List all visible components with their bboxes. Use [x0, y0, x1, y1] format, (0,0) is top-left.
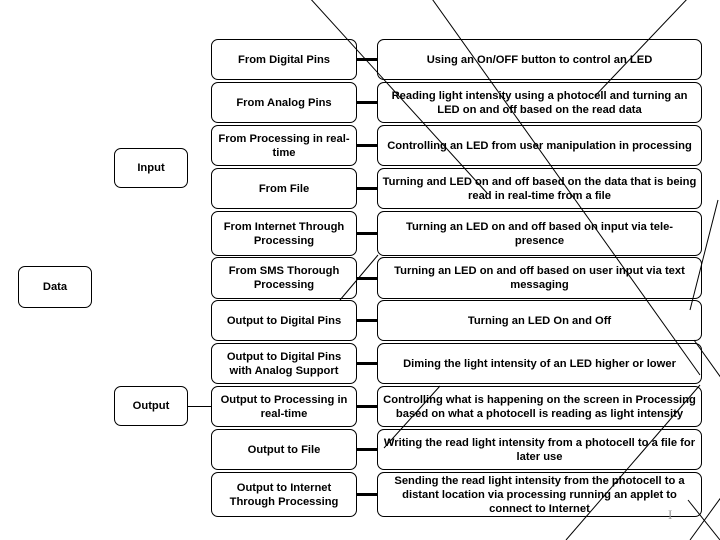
- node-method-label-0: From Digital Pins: [238, 53, 330, 66]
- node-example-label-2: Controlling an LED from user manipulatio…: [387, 139, 692, 152]
- diagram-canvas: Data Input Output From Digital Pins From A…: [0, 0, 720, 540]
- node-method-label-1: From Analog Pins: [236, 96, 332, 109]
- node-example-label-7: Diming the light intensity of an LED hig…: [403, 357, 676, 370]
- node-example-label-10: Sending the read light intensity from th…: [394, 474, 685, 515]
- node-example-2[interactable]: Controlling an LED from user manipulatio…: [377, 125, 702, 166]
- node-root-label: Data: [42, 281, 68, 293]
- node-example-label-5: Turning an LED on and off based on user …: [394, 265, 685, 291]
- node-method-5[interactable]: From SMS Thorough Processing: [211, 257, 357, 299]
- node-example-10[interactable]: Sending the read light intensity from th…: [377, 472, 702, 517]
- node-example-8[interactable]: Controlling what is happening on the scr…: [377, 386, 702, 427]
- node-method-7[interactable]: Output to Digital Pins with Analog Suppo…: [211, 343, 357, 384]
- node-method-0[interactable]: From Digital Pins: [211, 39, 357, 80]
- node-branch-label-0: Input: [137, 162, 165, 174]
- connector-thick-3: [357, 187, 377, 190]
- node-method-label-5: From SMS Thorough Processing: [228, 265, 340, 291]
- node-method-label-7: Output to Digital Pins with Analog Suppo…: [226, 350, 342, 377]
- connector-thick-2: [357, 144, 377, 147]
- node-example-label-3: Turning and LED on and off based on the …: [382, 175, 697, 202]
- node-method-label-8: Output to Processing in real-time: [220, 393, 348, 420]
- node-example-6[interactable]: Turning an LED On and Off: [377, 300, 702, 341]
- node-method-6[interactable]: Output to Digital Pins: [211, 300, 357, 341]
- node-example-0[interactable]: Using an On/OFF button to control an LED: [377, 39, 702, 80]
- node-method-8[interactable]: Output to Processing in real-time: [211, 386, 357, 427]
- connector-thick-10: [357, 493, 377, 496]
- node-example-label-6: Turning an LED On and Off: [467, 314, 612, 327]
- connector-thick-9: [357, 448, 377, 451]
- node-method-label-9: Output to File: [247, 443, 321, 456]
- node-example-3[interactable]: Turning and LED on and off based on the …: [377, 168, 702, 209]
- node-method-label-10: Output to Internet Through Processing: [229, 481, 339, 508]
- node-example-label-0: Using an On/OFF button to control an LED: [426, 53, 653, 66]
- connector-thick-5: [357, 277, 377, 280]
- connector-thin-0: [188, 406, 211, 407]
- node-example-7[interactable]: Diming the light intensity of an LED hig…: [377, 343, 702, 384]
- node-example-1[interactable]: Reading light intensity using a photocel…: [377, 82, 702, 123]
- connector-thick-4: [357, 232, 377, 235]
- node-method-label-6: Output to Digital Pins: [226, 314, 342, 327]
- connector-thick-8: [357, 405, 377, 408]
- node-method-2[interactable]: From Processing in real-time: [211, 125, 357, 166]
- node-branch-label-1: Output: [132, 400, 170, 412]
- node-example-9[interactable]: Writing the read light intensity from a …: [377, 429, 702, 470]
- node-method-label-2: From Processing in real-time: [218, 132, 350, 159]
- node-example-label-8: Controlling what is happening on the scr…: [383, 393, 696, 420]
- node-method-3[interactable]: From File: [211, 168, 357, 209]
- node-branch-1[interactable]: Output: [114, 386, 188, 426]
- node-example-label-9: Writing the read light intensity from a …: [383, 436, 696, 463]
- node-method-10[interactable]: Output to Internet Through Processing: [211, 472, 357, 517]
- text-cursor-icon: I: [668, 507, 673, 522]
- node-method-9[interactable]: Output to File: [211, 429, 357, 470]
- node-method-label-4: From Internet Through Processing: [223, 220, 345, 247]
- connector-thick-6: [357, 319, 377, 322]
- node-method-4[interactable]: From Internet Through Processing: [211, 211, 357, 256]
- node-method-1[interactable]: From Analog Pins: [211, 82, 357, 123]
- connector-thick-1: [357, 101, 377, 104]
- node-example-4[interactable]: Turning an LED on and off based on input…: [377, 211, 702, 256]
- node-example-5[interactable]: Turning an LED on and off based on user …: [377, 257, 702, 299]
- node-branch-0[interactable]: Input: [114, 148, 188, 188]
- node-example-label-4: Turning an LED on and off based on input…: [405, 220, 674, 247]
- connector-thick-0: [357, 58, 377, 61]
- node-method-label-3: From File: [258, 182, 310, 195]
- node-example-label-1: Reading light intensity using a photocel…: [391, 89, 688, 116]
- node-root[interactable]: Data: [18, 266, 92, 308]
- connector-thick-7: [357, 362, 377, 365]
